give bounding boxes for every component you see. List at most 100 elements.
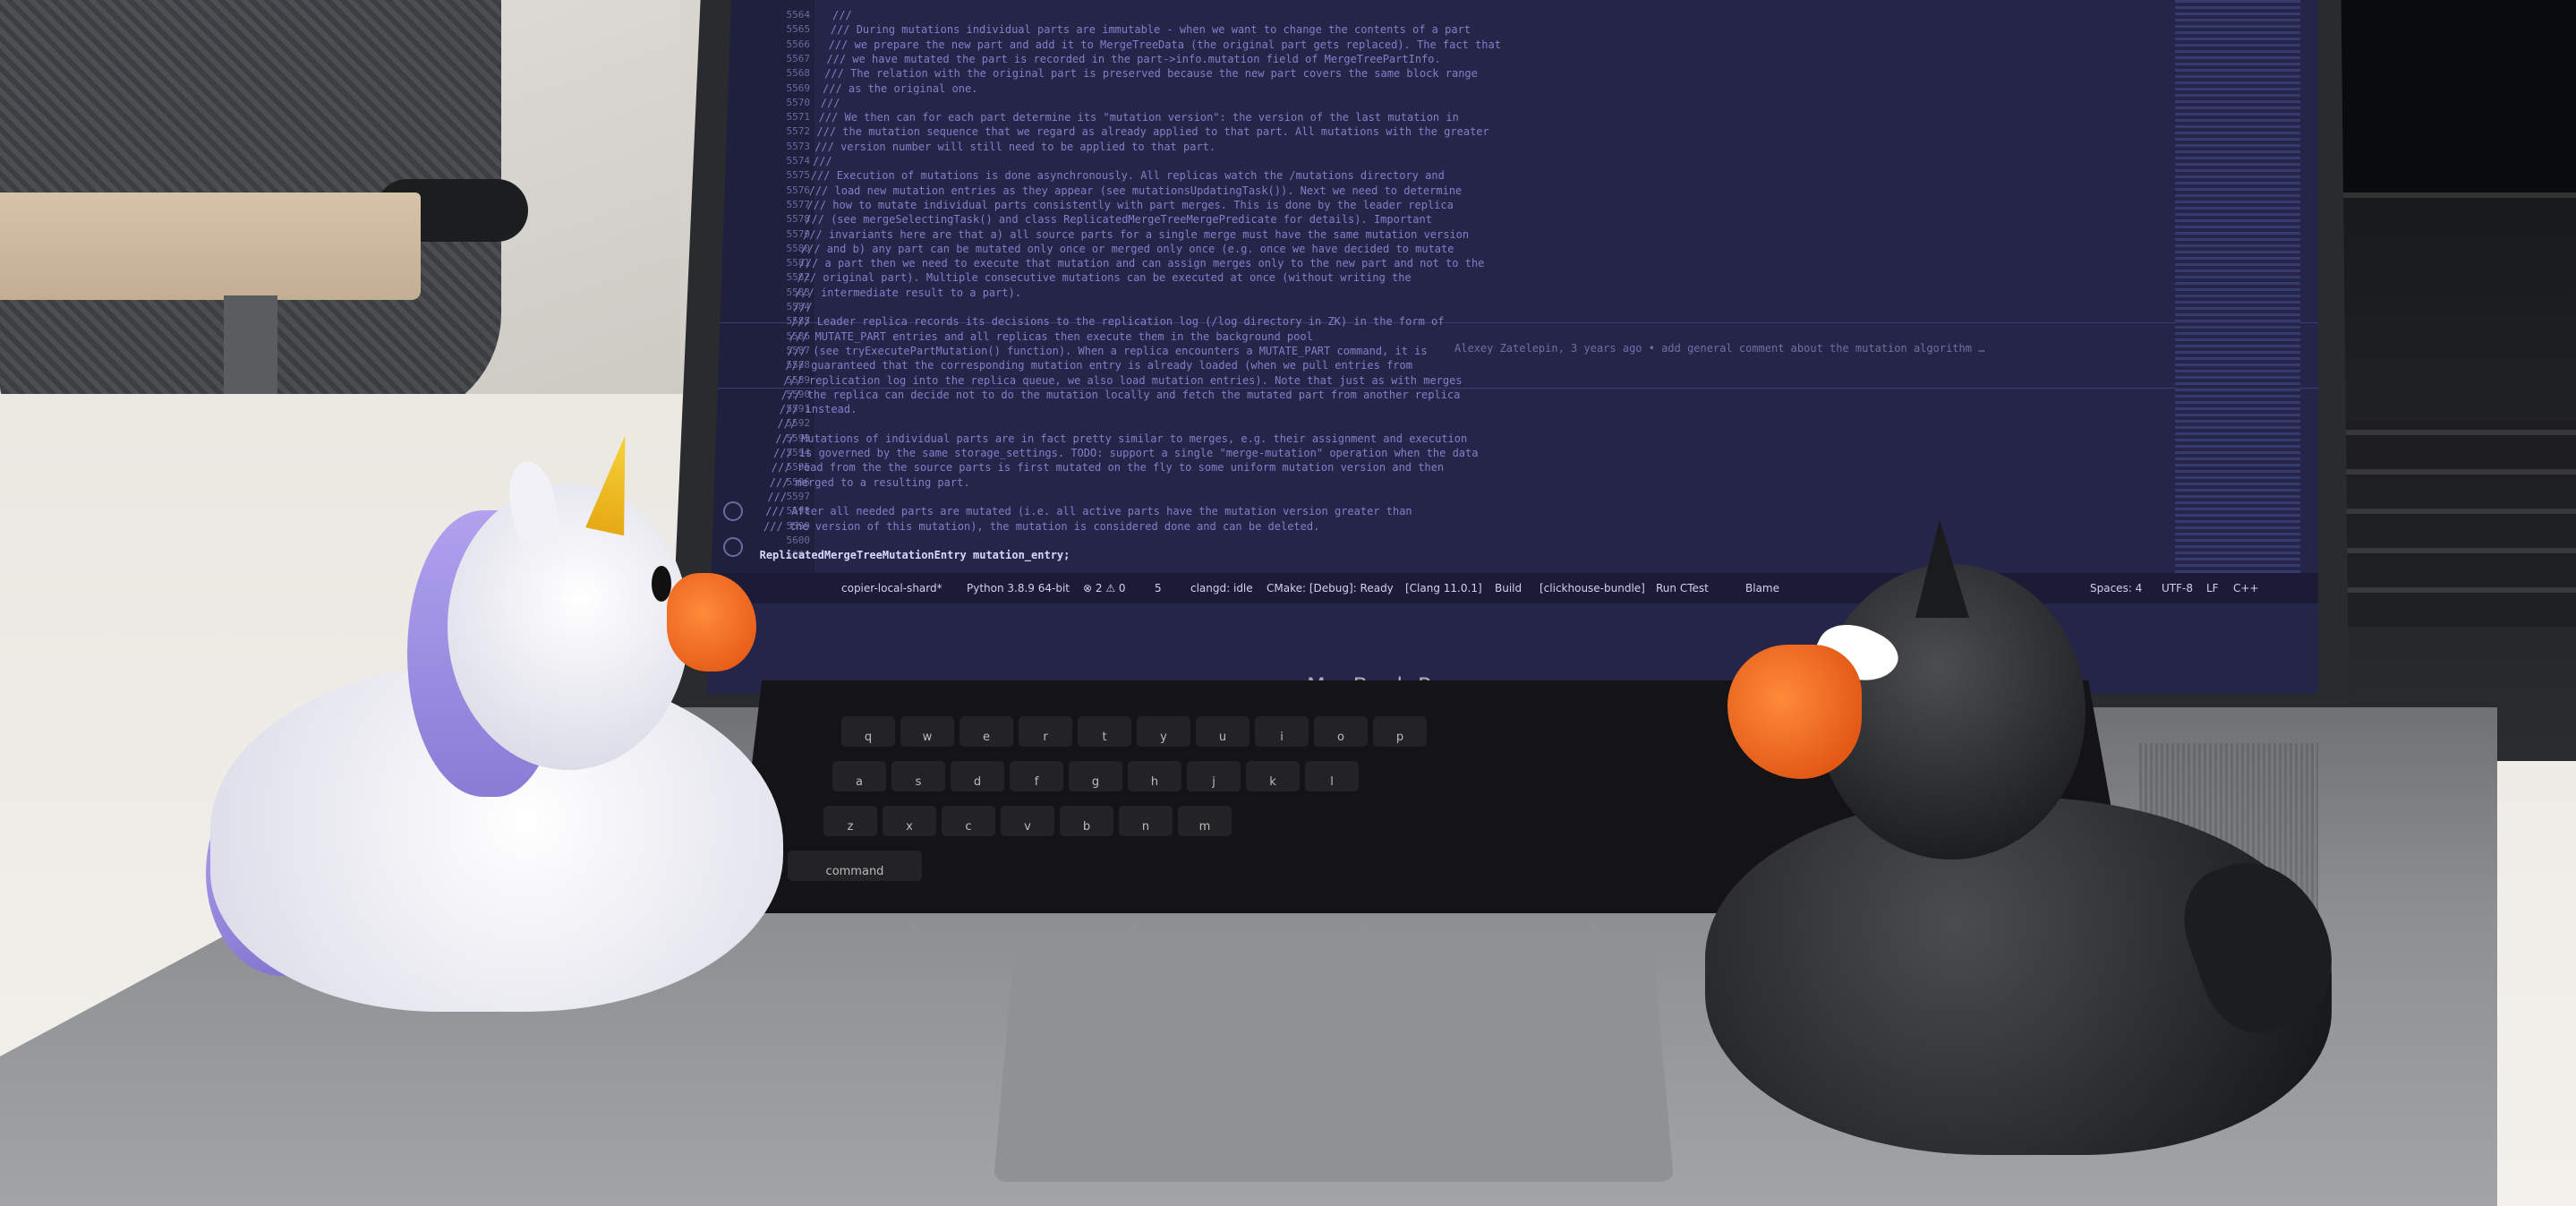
key[interactable]: f	[1010, 761, 1063, 791]
key[interactable]: k	[1246, 761, 1300, 791]
code-line[interactable]: /// MUTATE_PART entries and all replicas…	[789, 330, 1313, 343]
status-language[interactable]: C++	[2233, 582, 2259, 594]
status-kit[interactable]: [Clang 11.0.1]	[1405, 582, 1482, 594]
code-line[interactable]: /// Execution of mutations is done async…	[811, 169, 1445, 182]
code-line[interactable]: /// is governed by the same storage_sett…	[773, 447, 1478, 459]
code-line[interactable]: /// the replica can decide not to do the…	[781, 389, 1461, 401]
code-line[interactable]: /// how to mutate individual parts consi…	[806, 199, 1453, 211]
key[interactable]: b	[1060, 806, 1113, 836]
git-blame-annotation: Alexey Zatelepin, 3 years ago • add gene…	[1454, 342, 1985, 355]
code-line[interactable]: /// The relation with the original part …	[824, 67, 1478, 80]
status-bar: copier-local-shard* Python 3.8.9 64-bit …	[707, 573, 2318, 603]
code-line[interactable]: /// version number will still need to be…	[815, 141, 1215, 153]
key-row-modifiers: command	[788, 851, 922, 881]
wooden-desk	[0, 192, 421, 300]
code-line[interactable]: /// as the original one.	[823, 82, 977, 95]
key[interactable]: x	[883, 806, 936, 836]
code-line[interactable]: /// intermediate result to a part).	[795, 287, 1021, 299]
code-line[interactable]: ReplicatedMergeTreeMutationEntry mutatio…	[760, 549, 1070, 561]
code-line[interactable]: /// guaranteed that the corresponding mu…	[785, 359, 1412, 372]
external-monitor	[2341, 0, 2576, 198]
status-problems[interactable]: ⊗ 2 ⚠ 0	[1083, 582, 1126, 594]
code-line[interactable]: /// read from the the source parts is fi…	[772, 461, 1444, 474]
status-target[interactable]: [clickhouse-bundle]	[1540, 582, 1645, 594]
line-number: 5567	[786, 52, 811, 64]
key[interactable]: o	[1314, 716, 1368, 747]
status-eol[interactable]: LF	[2206, 582, 2219, 594]
code-line[interactable]: ///	[767, 491, 787, 503]
key-row-2: a s d f g h j k l	[832, 761, 1359, 791]
line-number: 5570	[786, 96, 811, 108]
key[interactable]: p	[1373, 716, 1427, 747]
key[interactable]: g	[1069, 761, 1122, 791]
key[interactable]: m	[1178, 806, 1232, 836]
command-key-left[interactable]: command	[788, 851, 922, 881]
code-line[interactable]: ///	[813, 155, 832, 167]
key-row-3: z x c v b n m	[823, 806, 1232, 836]
key[interactable]: y	[1137, 716, 1190, 747]
code-line[interactable]: /// and b) any part can be mutated only …	[801, 243, 1454, 255]
status-spaces[interactable]: Spaces: 4	[2090, 582, 2142, 594]
code-line[interactable]: ///	[821, 97, 840, 109]
code-line[interactable]: /// the version of this mutation), the m…	[763, 520, 1319, 533]
code-line[interactable]: /// After all needed parts are mutated (…	[765, 505, 1412, 517]
key[interactable]: e	[960, 716, 1013, 747]
settings-gear-icon[interactable]	[723, 537, 743, 557]
code-line[interactable]: /// we have mutated the part is recorded…	[826, 53, 1440, 65]
code-line[interactable]: /// replication log into the replica que…	[783, 374, 1463, 387]
code-line[interactable]: ///	[832, 9, 852, 21]
key[interactable]: n	[1119, 806, 1173, 836]
key[interactable]: l	[1305, 761, 1359, 791]
line-number: 5569	[786, 81, 811, 94]
code-line[interactable]: /// merged to a resulting part.	[770, 476, 970, 489]
code-line[interactable]: /// We then can for each part determine …	[819, 111, 1459, 124]
code-line[interactable]: /// Leader replica records its decisions…	[791, 315, 1445, 328]
code-line[interactable]: /// the mutation sequence that we regard…	[816, 125, 1488, 138]
key[interactable]: i	[1255, 716, 1309, 747]
key[interactable]: t	[1078, 716, 1131, 747]
status-branch[interactable]: copier-local-shard*	[841, 582, 943, 594]
key[interactable]: s	[891, 761, 945, 791]
code-line[interactable]: /// we prepare the new part and add it t…	[829, 38, 1501, 51]
status-clangd[interactable]: clangd: idle	[1190, 582, 1253, 594]
key[interactable]: w	[900, 716, 954, 747]
laptop-screen: 5564 /// 5565 /// During mutations individu…	[707, 0, 2318, 694]
status-python[interactable]: Python 3.8.9 64-bit	[967, 582, 1070, 594]
key[interactable]: u	[1196, 716, 1250, 747]
key[interactable]: c	[942, 806, 995, 836]
key[interactable]: v	[1001, 806, 1054, 836]
editor-minimap[interactable]	[2175, 0, 2300, 573]
line-number: 5600	[786, 534, 811, 546]
unicorn-duck-head	[448, 483, 689, 770]
key[interactable]: h	[1128, 761, 1181, 791]
status-run-ctest[interactable]: Run CTest	[1656, 582, 1709, 594]
status-blame[interactable]: Blame	[1745, 582, 1779, 594]
line-number: 5575	[786, 169, 811, 182]
key[interactable]: r	[1019, 716, 1072, 747]
key[interactable]: d	[951, 761, 1004, 791]
status-build[interactable]: Build	[1495, 582, 1522, 594]
key[interactable]: z	[823, 806, 877, 836]
code-line[interactable]: /// instead.	[780, 403, 857, 415]
code-line[interactable]: /// (see tryExecutePartMutation() functi…	[787, 345, 1427, 357]
code-line[interactable]: /// load new mutation entries as they ap…	[809, 184, 1463, 197]
status-cmake[interactable]: CMake: [Debug]: Ready	[1267, 582, 1394, 594]
code-line[interactable]: /// a part then we need to execute that …	[799, 257, 1485, 269]
code-line[interactable]: ///	[793, 301, 813, 313]
external-keyboard	[2341, 421, 2576, 627]
account-icon[interactable]	[723, 501, 743, 521]
key[interactable]: j	[1187, 761, 1241, 791]
code-line[interactable]: /// original part). Multiple consecutive…	[797, 271, 1411, 284]
code-line[interactable]: /// During mutations individual parts ar…	[831, 23, 1471, 36]
code-line[interactable]: /// Mutations of individual parts are in…	[775, 432, 1467, 445]
key[interactable]: a	[832, 761, 886, 791]
key[interactable]: q	[841, 716, 895, 747]
code-line[interactable]: /// invariants here are that a) all sour…	[803, 228, 1469, 241]
line-number: 5578	[786, 213, 811, 226]
status-encoding[interactable]: UTF-8	[2162, 582, 2193, 594]
code-line[interactable]: /// (see mergeSelectingTask() and class …	[805, 213, 1432, 226]
code-line[interactable]: ///	[777, 417, 797, 430]
line-number: 5579	[786, 227, 811, 240]
status-count[interactable]: 5	[1155, 582, 1162, 594]
trackpad[interactable]	[994, 949, 1674, 1182]
